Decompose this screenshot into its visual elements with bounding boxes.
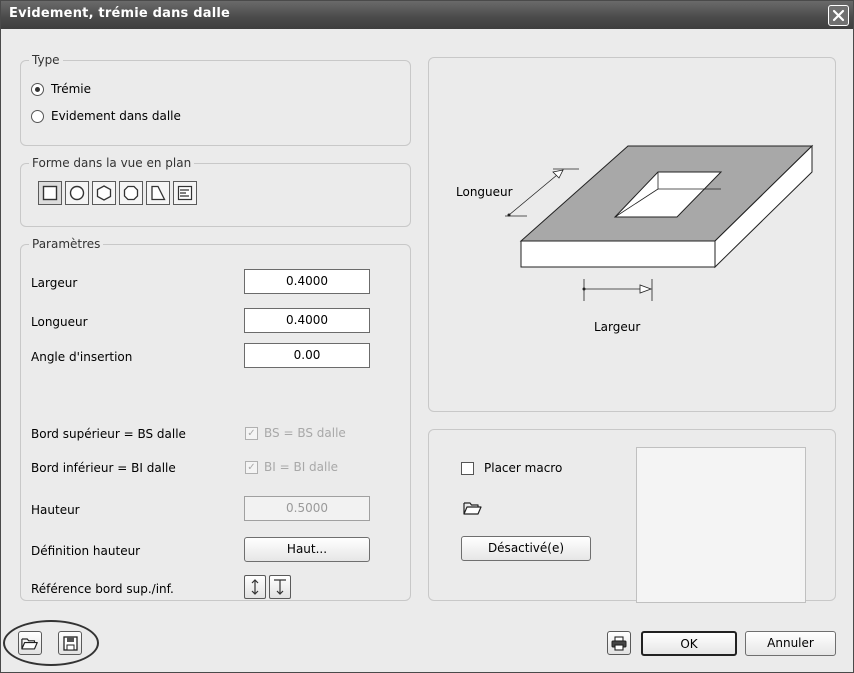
reference-down-button[interactable] bbox=[269, 575, 291, 599]
largeur-input[interactable]: 0.4000 bbox=[244, 269, 370, 294]
slab-preview-diagram bbox=[505, 144, 814, 301]
bs-dalle-checkbox-label: BS = BS dalle bbox=[264, 426, 346, 440]
hauteur-input[interactable]: 0.5000 bbox=[244, 496, 370, 521]
shape-circle-button[interactable] bbox=[65, 181, 89, 205]
radio-tremie[interactable] bbox=[31, 83, 44, 96]
placer-macro-label: Placer macro bbox=[484, 461, 563, 475]
octagon-icon bbox=[123, 185, 139, 201]
macro-group: Placer macro Désactivé(e) bbox=[428, 429, 836, 603]
close-icon bbox=[832, 9, 845, 22]
shape-octagon-button[interactable] bbox=[119, 181, 143, 205]
ok-button[interactable]: OK bbox=[641, 631, 737, 656]
angle-label: Angle d'insertion bbox=[31, 350, 133, 364]
folder-open-icon bbox=[463, 502, 482, 515]
shape-polyline-button[interactable] bbox=[173, 181, 197, 205]
type-group: Type Trémie Evidement dans dalle bbox=[20, 53, 411, 146]
printer-icon bbox=[611, 635, 627, 651]
close-button[interactable] bbox=[828, 5, 849, 26]
shape-rectangle-button[interactable] bbox=[38, 181, 62, 205]
reference-both-button[interactable] bbox=[244, 575, 266, 599]
dialog-window: Evidement, trémie dans dalle Type Trémie… bbox=[0, 0, 854, 673]
arrow-down-bar-icon bbox=[274, 579, 286, 595]
print-button[interactable] bbox=[607, 631, 631, 655]
radio-evidement-label: Evidement dans dalle bbox=[51, 109, 181, 123]
bi-dalle-checkbox-label: BI = BI dalle bbox=[264, 460, 339, 474]
save-icon bbox=[62, 635, 78, 651]
polyline-icon bbox=[177, 185, 193, 201]
folder-open-icon bbox=[21, 637, 38, 649]
largeur-label: Largeur bbox=[31, 276, 78, 290]
placer-macro-checkbox[interactable] bbox=[461, 462, 474, 475]
shape-hexagon-button[interactable] bbox=[92, 181, 116, 205]
trapezoid-icon bbox=[151, 185, 166, 201]
bs-dalle-checkbox[interactable]: ✓ bbox=[245, 427, 258, 440]
annuler-button[interactable]: Annuler bbox=[745, 631, 836, 656]
radio-tremie-label: Trémie bbox=[51, 82, 92, 96]
reference-label: Référence bord sup./inf. bbox=[31, 582, 174, 596]
type-legend: Type bbox=[29, 53, 63, 67]
angle-input[interactable]: 0.00 bbox=[244, 343, 370, 368]
shape-trapezoid-button[interactable] bbox=[146, 181, 170, 205]
arrow-up-down-icon bbox=[251, 579, 259, 595]
bord-inf-label: Bord inférieur = BI dalle bbox=[31, 461, 176, 475]
bord-sup-label: Bord supérieur = BS dalle bbox=[31, 427, 186, 441]
preview-group: Longueur Largeur bbox=[428, 57, 836, 412]
rectangle-icon bbox=[42, 185, 58, 201]
parameters-group: Paramètres Largeur 0.4000 Longueur 0.400… bbox=[20, 237, 411, 601]
circle-icon bbox=[69, 185, 85, 201]
macro-open-button[interactable] bbox=[461, 496, 485, 520]
shape-group: Forme dans la vue en plan bbox=[20, 156, 411, 227]
open-favorite-button[interactable] bbox=[18, 631, 42, 655]
preview-longueur-label: Longueur bbox=[456, 185, 513, 199]
title-bar: Evidement, trémie dans dalle bbox=[1, 1, 853, 29]
desactive-button[interactable]: Désactivé(e) bbox=[461, 536, 591, 561]
shape-legend: Forme dans la vue en plan bbox=[29, 156, 195, 170]
save-favorite-button[interactable] bbox=[58, 631, 82, 655]
longueur-input[interactable]: 0.4000 bbox=[244, 308, 370, 333]
hexagon-icon bbox=[96, 185, 112, 201]
radio-evidement[interactable] bbox=[31, 110, 44, 123]
definition-hauteur-label: Définition hauteur bbox=[31, 544, 141, 558]
macro-preview-box bbox=[636, 447, 806, 603]
bi-dalle-checkbox[interactable]: ✓ bbox=[245, 461, 258, 474]
preview-largeur-label: Largeur bbox=[594, 320, 641, 334]
hauteur-label: Hauteur bbox=[31, 503, 80, 517]
longueur-label: Longueur bbox=[31, 315, 88, 329]
window-title: Evidement, trémie dans dalle bbox=[9, 6, 231, 21]
haut-button[interactable]: Haut... bbox=[244, 537, 370, 562]
parameters-legend: Paramètres bbox=[29, 237, 104, 251]
